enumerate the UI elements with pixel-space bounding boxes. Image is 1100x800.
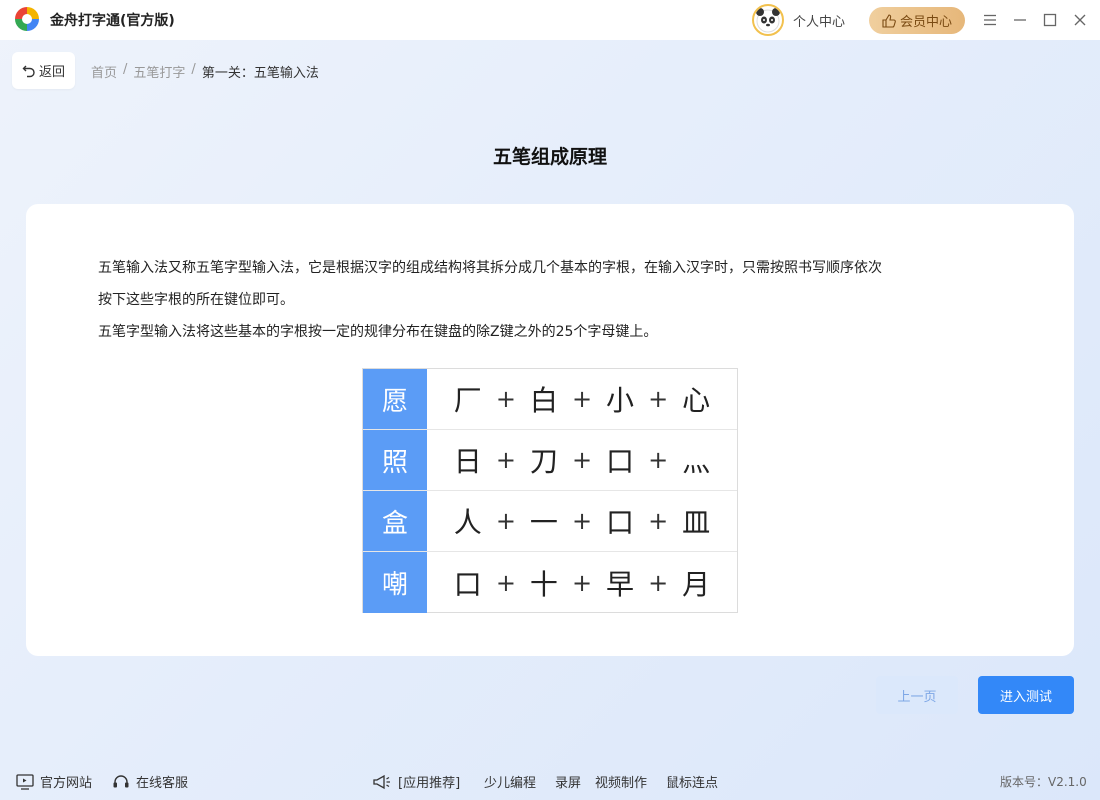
root-part: 灬	[682, 445, 711, 478]
megaphone-icon	[373, 774, 390, 789]
online-service-label: 在线客服	[136, 776, 189, 791]
plus-sign: +	[495, 507, 516, 535]
recommend-label: [应用推荐]	[398, 776, 461, 791]
intro-paragraph-2: 五笔字型输入法将这些基本的字根按一定的规律分布在键盘的除Z键之外的25个字母键上…	[98, 324, 658, 340]
root-part: 日	[453, 445, 482, 478]
plus-sign: +	[648, 446, 669, 474]
intro-paragraph-line1: 五笔输入法又称五笔字型输入法，它是根据汉字的组成结构将其拆分成几个基本的字根，在…	[98, 260, 882, 276]
plus-sign: +	[571, 507, 593, 535]
auto-clicker-link[interactable]: 鼠标连点	[666, 772, 718, 791]
version-label: 版本号：V2.1.0	[1000, 775, 1087, 789]
maximize-button[interactable]	[1040, 10, 1060, 30]
avatar[interactable]	[752, 4, 784, 36]
minimize-icon	[1014, 19, 1026, 21]
plus-sign: +	[571, 385, 593, 413]
table-row-parts: 口 + 十 + 早 + 月	[427, 552, 737, 613]
vip-center-label: 会员中心	[899, 15, 952, 30]
table-row-parts: 日 + 刀 + 口 + 灬	[427, 430, 737, 490]
table-row: 愿 厂 + 白 + 小 + 心	[363, 369, 737, 430]
title-bar: 金舟打字通(官方版) 个人中心 会员中心	[0, 0, 1100, 40]
table-row-parts: 厂 + 白 + 小 + 心	[427, 369, 737, 429]
page-title: 五笔组成原理	[492, 146, 607, 168]
table-row-char: 照	[363, 430, 427, 490]
screen-record-link[interactable]: 录屏	[555, 772, 581, 791]
back-label: 返回	[38, 65, 65, 80]
table-row-char: 愿	[363, 369, 427, 429]
root-part: 白	[529, 384, 558, 417]
root-part: 口	[453, 567, 482, 601]
breadcrumb-current: 第一关：五笔输入法	[201, 66, 319, 81]
table-row: 照 日 + 刀 + 口 + 灬	[363, 430, 737, 491]
root-part: 口	[606, 506, 635, 539]
breadcrumb-separator: /	[123, 62, 128, 77]
previous-page-button[interactable]: 上一页	[876, 676, 958, 714]
app-title: 金舟打字通(官方版)	[50, 13, 175, 29]
recommend-section: [应用推荐]	[372, 772, 460, 791]
root-part: 小	[606, 384, 635, 417]
table-row-char: 盒	[363, 491, 427, 551]
online-service-link[interactable]: 在线客服	[112, 772, 188, 791]
decomposition-table: 愿 厂 + 白 + 小 + 心 照 日 + 刀 + 口 + 灬 盒 人 + 一 + 口 +	[362, 368, 738, 613]
breadcrumb-separator: /	[191, 62, 196, 77]
plus-sign: +	[495, 568, 516, 597]
breadcrumb-home[interactable]: 首页	[91, 62, 117, 81]
undo-arrow-icon	[22, 65, 35, 77]
minimize-button[interactable]	[1010, 10, 1030, 30]
vip-center-button[interactable]: 会员中心	[869, 7, 965, 34]
table-row-char: 嘲	[363, 552, 427, 613]
official-website-label: 官方网站	[40, 776, 93, 791]
root-part: 一	[529, 506, 558, 539]
table-row-parts: 人 + 一 + 口 + 皿	[427, 491, 737, 551]
root-part: 月	[682, 567, 711, 601]
back-button[interactable]: 返回	[12, 52, 75, 89]
table-row: 盒 人 + 一 + 口 + 皿	[363, 491, 737, 552]
plus-sign: +	[648, 507, 669, 535]
menu-icon	[984, 14, 996, 26]
root-part: 心	[682, 384, 711, 417]
panda-avatar-icon	[756, 8, 780, 33]
intro-paragraph-line2: 按下这些字根的所在键位即可。	[98, 292, 294, 308]
root-part: 早	[606, 567, 635, 601]
plus-sign: +	[648, 385, 669, 413]
official-website-link[interactable]: 官方网站	[16, 772, 92, 791]
plus-sign: +	[648, 568, 669, 597]
footer: 官方网站 在线客服 [应用推荐] 少儿编程 录屏 视频制作 鼠标连点 版本号：V…	[0, 762, 1100, 800]
maximize-icon	[1043, 13, 1057, 27]
plus-sign: +	[571, 446, 593, 474]
enter-test-button[interactable]: 进入测试	[978, 676, 1074, 714]
breadcrumb: 首页 / 五笔打字 / 第一关：五笔输入法	[91, 62, 319, 81]
plus-sign: +	[571, 568, 593, 597]
personal-center-link[interactable]: 个人中心	[793, 11, 845, 30]
app-logo-icon	[14, 6, 40, 32]
content-card: 五笔输入法又称五笔字型输入法，它是根据汉字的组成结构将其拆分成几个基本的字根，在…	[26, 204, 1074, 656]
root-part: 人	[453, 506, 482, 539]
root-part: 刀	[529, 445, 558, 478]
thumbs-up-icon	[882, 13, 896, 28]
plus-sign: +	[495, 446, 516, 474]
root-part: 皿	[682, 506, 711, 539]
root-part: 十	[529, 567, 558, 601]
kids-coding-link[interactable]: 少儿编程	[484, 772, 536, 791]
close-button[interactable]	[1070, 10, 1090, 30]
table-row: 嘲 口 + 十 + 早 + 月	[363, 552, 737, 613]
monitor-icon	[16, 773, 34, 790]
breadcrumb-wubi[interactable]: 五笔打字	[133, 62, 185, 81]
close-icon	[1074, 14, 1086, 26]
plus-sign: +	[495, 385, 516, 413]
menu-button[interactable]	[980, 10, 1000, 30]
root-part: 口	[606, 445, 635, 478]
video-making-link[interactable]: 视频制作	[595, 772, 647, 791]
root-part: 厂	[453, 384, 482, 417]
headset-icon	[113, 774, 129, 787]
